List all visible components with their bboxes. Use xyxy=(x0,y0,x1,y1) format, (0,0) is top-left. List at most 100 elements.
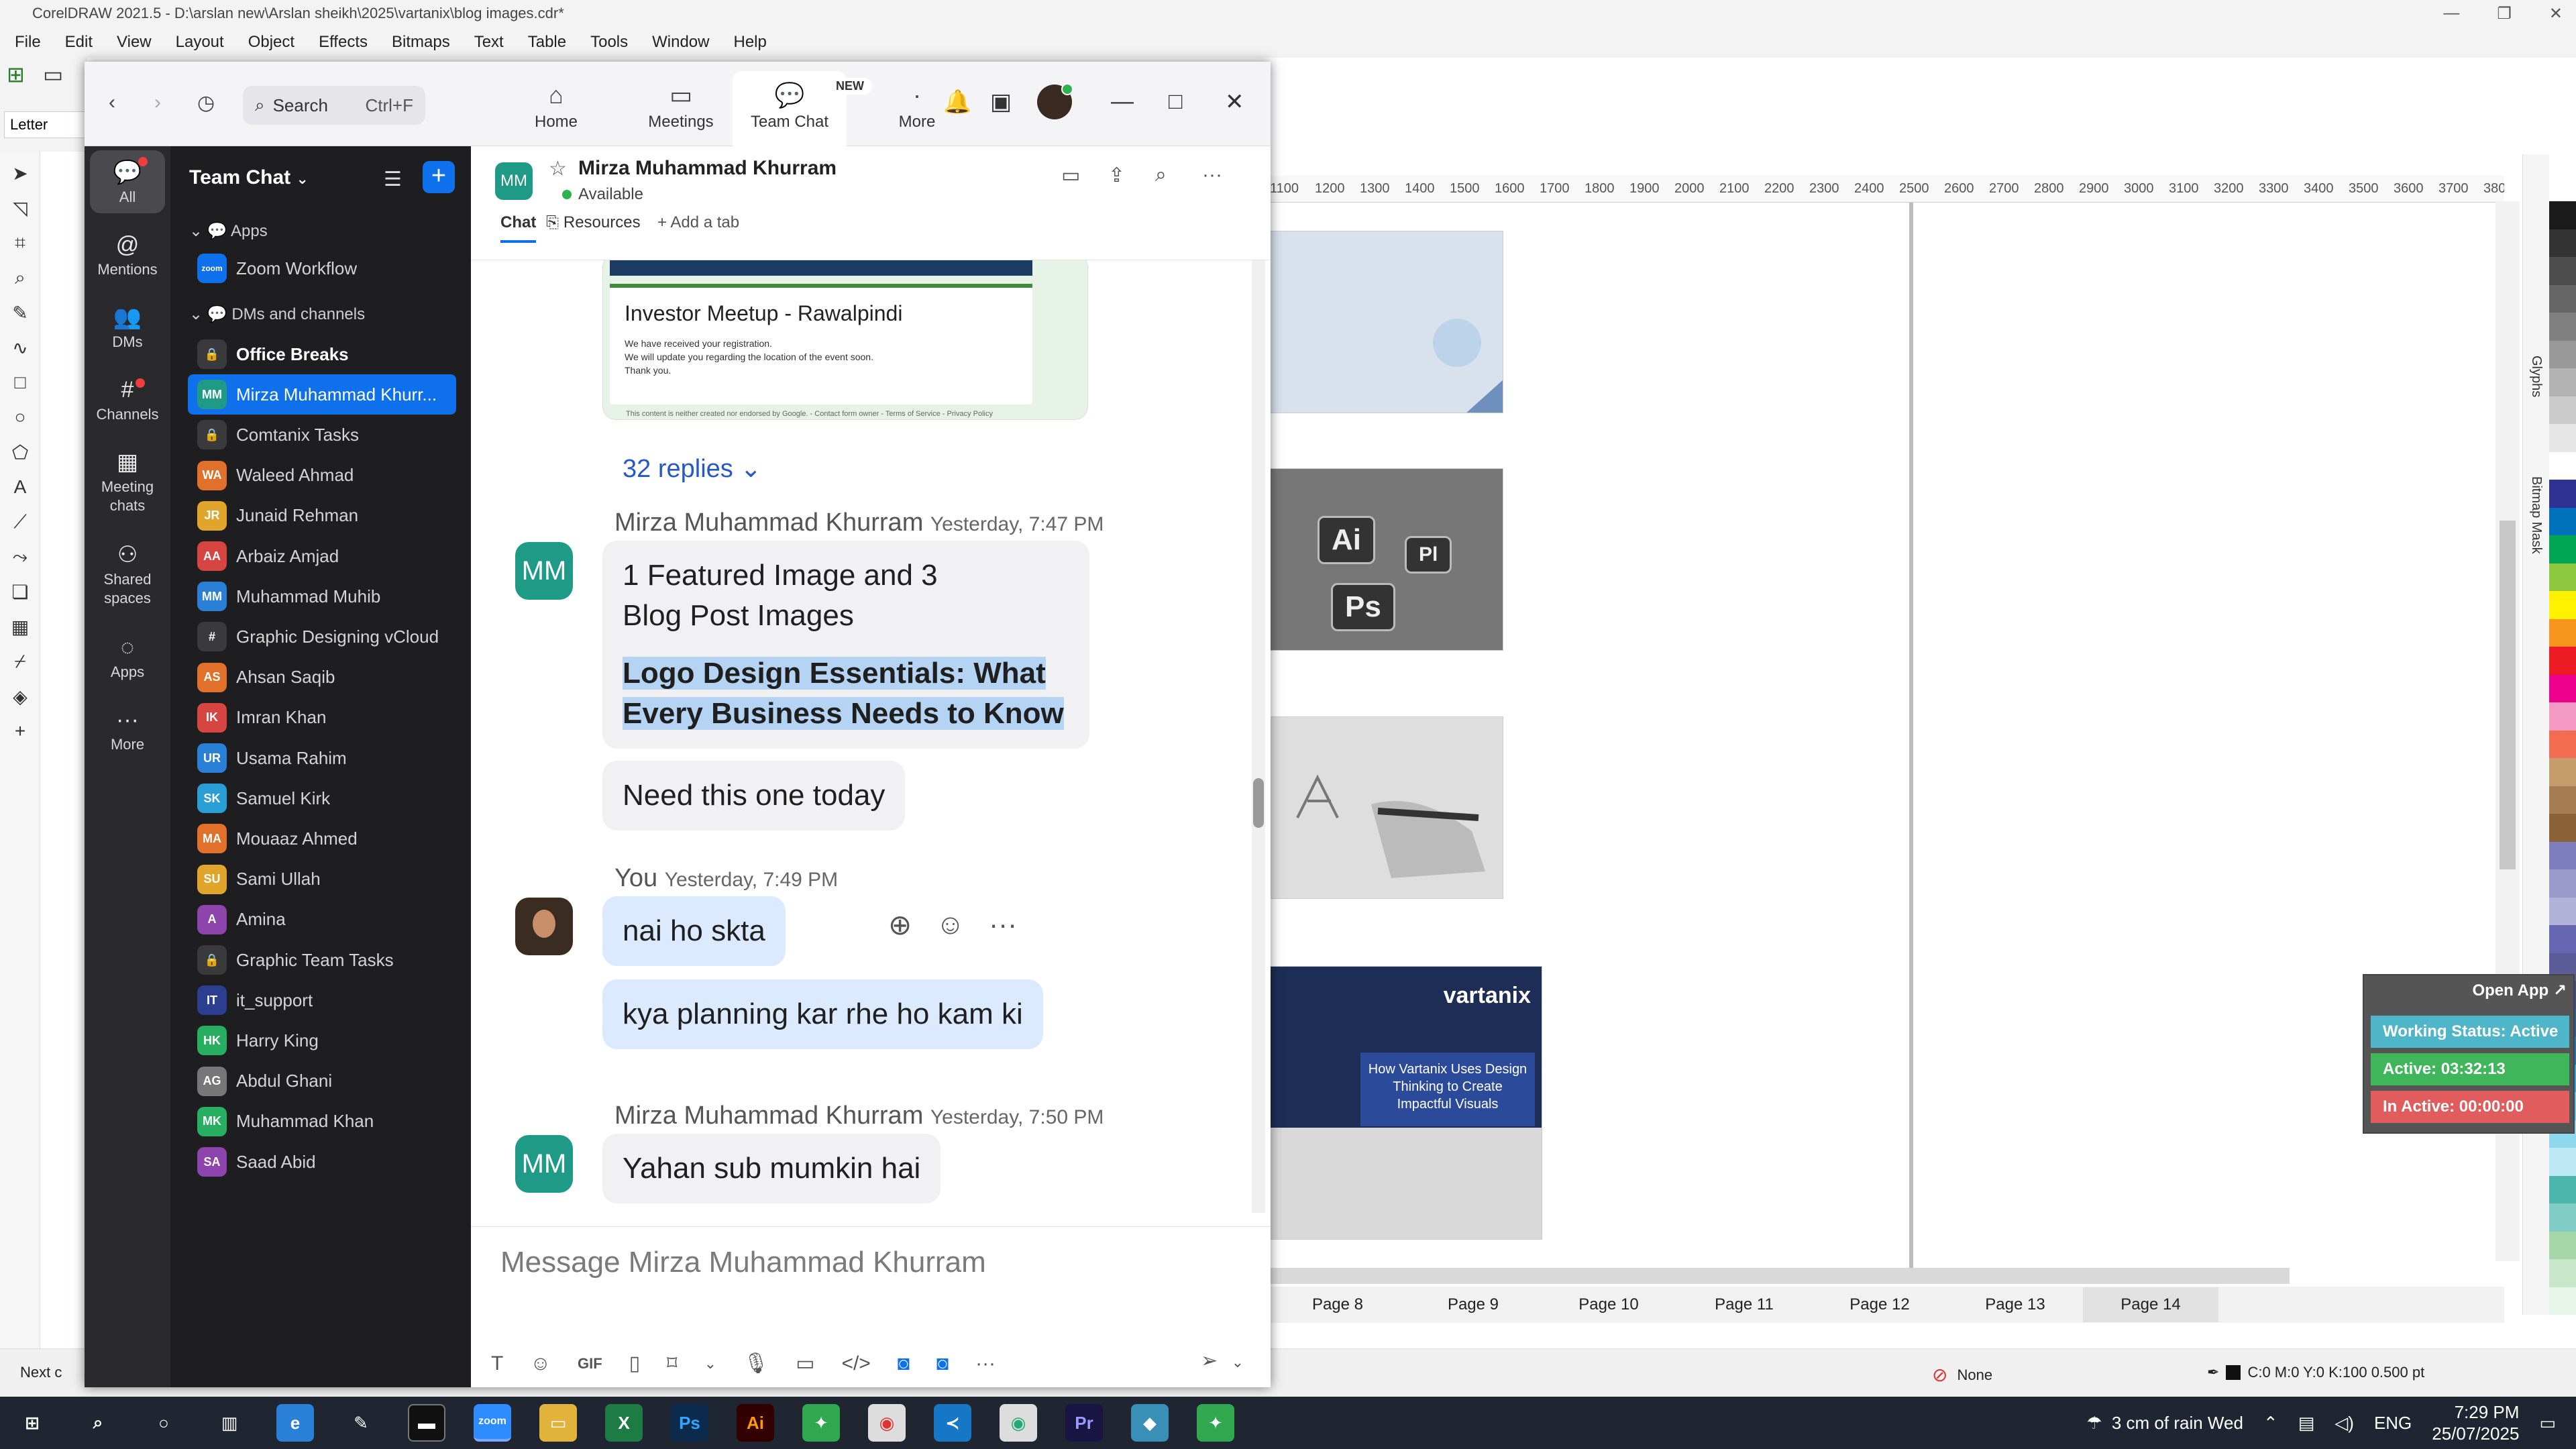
rail-shared-spaces[interactable]: ⚇ Shared spaces xyxy=(90,539,165,608)
color-swatch[interactable] xyxy=(2549,674,2576,702)
list-item[interactable]: IK Imran Khan xyxy=(188,698,456,738)
list-item[interactable]: SU Sami Ullah xyxy=(188,859,456,900)
drop-shadow-icon[interactable]: ❏ xyxy=(7,578,34,605)
close-icon[interactable]: ✕ xyxy=(2549,4,2563,23)
video-call-icon[interactable]: ▭ xyxy=(1061,164,1080,187)
sender-avatar[interactable]: MM xyxy=(515,542,573,600)
coreldraw-icon[interactable]: ✦ xyxy=(802,1404,840,1442)
rail-more[interactable]: ··· More xyxy=(90,704,165,754)
star-icon[interactable]: ☆ xyxy=(549,157,567,180)
tab-add[interactable]: + Add a tab xyxy=(657,213,739,232)
app-1-icon[interactable]: ◙ xyxy=(898,1352,910,1375)
list-item[interactable]: AS Ahsan Saqib xyxy=(188,657,456,698)
list-item[interactable]: SA Saad Abid xyxy=(188,1142,456,1182)
color-swatch[interactable] xyxy=(2549,619,2576,647)
page-tab[interactable]: Page 10 xyxy=(1541,1287,1676,1322)
page-tab[interactable]: Page 12 xyxy=(1812,1287,1947,1322)
code-snippet-icon[interactable]: </> xyxy=(841,1352,870,1375)
minimize-icon[interactable]: — xyxy=(2443,4,2459,23)
color-swatch[interactable] xyxy=(2549,507,2576,535)
rail-mentions[interactable]: @ Mentions xyxy=(90,229,165,279)
screenshot-icon[interactable]: ⌑ xyxy=(667,1352,677,1375)
volume-icon[interactable]: ◁) xyxy=(2334,1413,2354,1434)
terminal-icon[interactable]: ▬ xyxy=(408,1404,445,1442)
color-swatch[interactable] xyxy=(2549,1259,2576,1287)
back-icon[interactable]: ‹ xyxy=(109,91,115,114)
polygon-tool-icon[interactable]: ⬠ xyxy=(7,439,34,466)
menu-view[interactable]: View xyxy=(117,33,152,52)
page-tab[interactable]: Page 8 xyxy=(1270,1287,1405,1322)
notifications-icon[interactable]: ▭ xyxy=(2539,1413,2556,1434)
list-item[interactable]: # Graphic Designing vCloud xyxy=(188,616,456,657)
text-tool-icon[interactable]: A xyxy=(7,474,34,500)
ellipse-tool-icon[interactable]: ○ xyxy=(7,404,34,431)
freehand-tool-icon[interactable]: ✎ xyxy=(7,299,34,326)
more-actions-icon[interactable]: ··· xyxy=(989,908,1017,941)
rail-dms[interactable]: 👥 DMs xyxy=(90,302,165,352)
tab-chat[interactable]: Chat xyxy=(500,213,537,243)
message-bubble[interactable]: nai ho skta xyxy=(602,896,786,966)
list-item[interactable]: 🔒 Office Breaks xyxy=(188,334,456,374)
color-swatch[interactable] xyxy=(2549,647,2576,675)
color-swatch[interactable] xyxy=(2549,451,2576,480)
color-swatch[interactable] xyxy=(2549,702,2576,731)
zoom-app-icon[interactable]: zoom xyxy=(474,1404,511,1442)
restore-icon[interactable]: ❐ xyxy=(2497,4,2512,23)
transparency-tool-icon[interactable]: ▦ xyxy=(7,613,34,640)
photoshop-icon[interactable]: Ps xyxy=(671,1404,708,1442)
premiere-icon[interactable]: Pr xyxy=(1065,1404,1103,1442)
team-chat-title[interactable]: Team Chat ⌄ xyxy=(189,166,309,189)
menu-edit[interactable]: Edit xyxy=(65,33,93,52)
vscode-icon[interactable]: ≺ xyxy=(934,1404,971,1442)
message-bubble[interactable]: Need this one today xyxy=(602,761,906,830)
color-swatch[interactable] xyxy=(2549,1175,2576,1203)
more-tools-icon[interactable]: ··· xyxy=(975,1352,996,1375)
reply-thread-icon[interactable]: ⊕ xyxy=(888,908,912,941)
blog-image-thumbnail-2[interactable]: Ai Pl Ps xyxy=(1270,468,1503,651)
chrome-icon[interactable]: ◉ xyxy=(868,1404,906,1442)
section-apps[interactable]: ⌄ 💬 Apps xyxy=(189,221,268,241)
add-reaction-icon[interactable]: ☺ xyxy=(936,908,965,941)
app-2-icon[interactable]: ◙ xyxy=(936,1352,949,1375)
blog-image-thumbnail-4[interactable]: vartanix How Vartanix Uses Design Thinki… xyxy=(1270,966,1542,1240)
message-bubble[interactable]: kya planning kar rhe ho kam ki xyxy=(602,979,1043,1049)
task-view-icon[interactable]: ▥ xyxy=(211,1404,248,1442)
color-swatch[interactable] xyxy=(2549,758,2576,786)
video-message-icon[interactable]: ▭ xyxy=(796,1352,814,1375)
color-swatch[interactable] xyxy=(2549,563,2576,591)
edge-icon[interactable]: e xyxy=(276,1404,314,1442)
color-swatch[interactable] xyxy=(2549,480,2576,508)
section-dms-channels[interactable]: ⌄ 💬 DMs and channels xyxy=(189,305,365,324)
add-tool-icon[interactable]: + xyxy=(7,718,34,745)
search-box[interactable]: ⌕ Search Ctrl+F xyxy=(243,86,425,125)
menu-file[interactable]: File xyxy=(15,33,41,52)
illustrator-icon[interactable]: Ai xyxy=(737,1404,774,1442)
bell-icon[interactable]: 🔔 xyxy=(943,89,971,115)
list-item-zoom-workflow[interactable]: zoom Zoom Workflow xyxy=(188,248,456,288)
color-swatch[interactable] xyxy=(2549,897,2576,925)
page-tab[interactable]: Page 9 xyxy=(1405,1287,1541,1322)
fill-tool-icon[interactable]: ◈ xyxy=(7,683,34,710)
page-tab[interactable]: Page 14 xyxy=(2083,1287,2218,1322)
tab-resources[interactable]: ⎘ Resources xyxy=(546,213,641,232)
color-swatch[interactable] xyxy=(2549,730,2576,758)
list-item[interactable]: MM Muhammad Muhib xyxy=(188,576,456,616)
chevron-down-icon[interactable]: ⌄ xyxy=(1232,1354,1244,1371)
cortana-icon[interactable]: ○ xyxy=(145,1404,182,1442)
excel-icon[interactable]: X xyxy=(605,1404,643,1442)
app-diamond-icon[interactable]: ◆ xyxy=(1131,1404,1169,1442)
color-swatch[interactable] xyxy=(2549,1203,2576,1232)
history-icon[interactable]: ◷ xyxy=(197,91,215,115)
new-chat-button[interactable]: + xyxy=(423,161,455,193)
network-icon[interactable]: ▤ xyxy=(2298,1413,2315,1434)
color-swatch[interactable] xyxy=(2549,284,2576,313)
parallel-dimension-icon[interactable]: ⟋ xyxy=(7,508,34,535)
menu-text[interactable]: Text xyxy=(474,33,504,52)
windows-start-icon[interactable]: ⊞ xyxy=(13,1404,51,1442)
shape-tool-icon[interactable]: ◹ xyxy=(7,195,34,221)
message-input[interactable]: Message Mirza Muhammad Khurram xyxy=(500,1246,986,1279)
form-preview-card[interactable]: Investor Meetup - Rawalpindi We have rec… xyxy=(602,260,1088,420)
menu-table[interactable]: Table xyxy=(528,33,566,52)
clock[interactable]: 7:29 PM 25/07/2025 xyxy=(2432,1401,2519,1444)
list-item[interactable]: AA Arbaiz Amjad xyxy=(188,536,456,576)
